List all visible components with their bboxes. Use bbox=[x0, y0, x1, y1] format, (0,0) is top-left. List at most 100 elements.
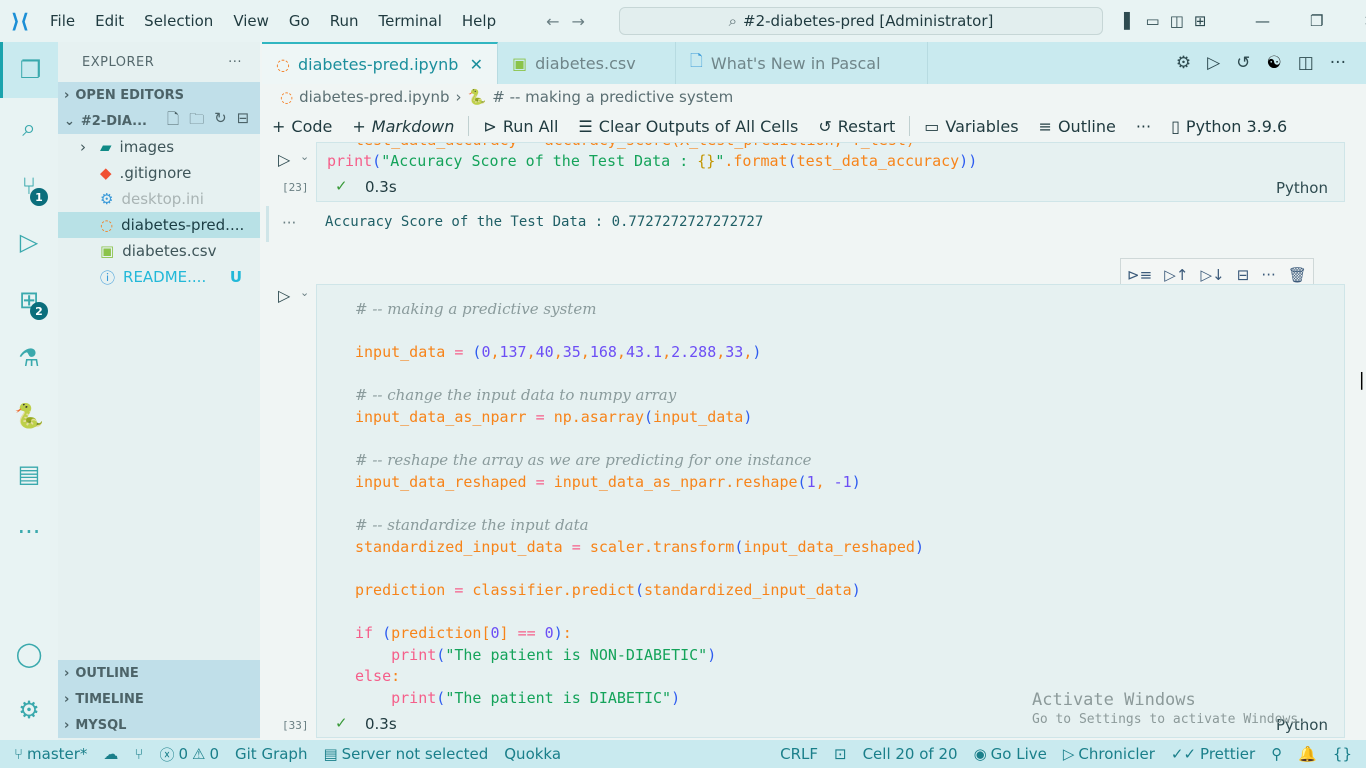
code-token: : bbox=[391, 667, 401, 686]
run-cell-icon[interactable]: ▷ bbox=[278, 286, 290, 305]
open-editors-section[interactable]: › OPEN EDITORS bbox=[58, 82, 260, 108]
restore-icon[interactable]: ❐ bbox=[1310, 12, 1323, 30]
timeline-section[interactable]: › TIMELINE bbox=[58, 686, 260, 712]
testing-flask-icon[interactable]: ⚗ bbox=[0, 330, 58, 386]
cell-language[interactable]: Python bbox=[1276, 179, 1328, 197]
code-token: )) bbox=[959, 152, 978, 170]
menu-edit[interactable]: Edit bbox=[85, 12, 134, 30]
search-icon[interactable]: ⌕ bbox=[0, 100, 58, 156]
code-editor[interactable]: # -- making a predictive system input_da… bbox=[355, 299, 924, 709]
menu-view[interactable]: View bbox=[223, 12, 279, 30]
go-live-button[interactable]: ◉ Go Live bbox=[966, 745, 1055, 763]
customize-layout-icon[interactable]: ⊞ bbox=[1194, 12, 1207, 30]
more-toolbar-button[interactable]: ··· bbox=[1126, 117, 1161, 136]
split-cell-icon[interactable]: ⊟ bbox=[1237, 266, 1250, 284]
breadcrumb-file[interactable]: diabetes-pred.ipynb bbox=[299, 88, 449, 106]
back-arrow-icon[interactable]: ← bbox=[540, 12, 565, 31]
source-control-icon[interactable]: ⑂ 1 bbox=[0, 158, 58, 214]
new-file-icon[interactable]: 🗋 bbox=[167, 109, 179, 134]
run-by-line-icon[interactable]: ⊳≡ bbox=[1127, 266, 1152, 284]
menu-selection[interactable]: Selection bbox=[134, 12, 223, 30]
file-diabetes-csv[interactable]: ▣ diabetes.csv bbox=[58, 238, 260, 264]
outline-button[interactable]: ≡ Outline bbox=[1029, 117, 1126, 136]
variables-button[interactable]: ▭ Variables bbox=[914, 117, 1028, 136]
cell-position[interactable]: Cell 20 of 20 bbox=[855, 745, 966, 763]
folder-section[interactable]: ⌄ #2-DIA... 🗋 🗀 ↻ ⊟ bbox=[58, 108, 260, 134]
braces-icon[interactable]: {} bbox=[1325, 745, 1360, 763]
add-markdown-button[interactable]: + Markdown bbox=[342, 117, 464, 136]
more-icon[interactable]: ··· bbox=[0, 504, 58, 560]
file-diabetes-pred[interactable]: ◌ diabetes-pred.... bbox=[58, 212, 260, 238]
settings-gear-icon[interactable]: ⚙ bbox=[0, 682, 58, 738]
tab-diabetes-csv[interactable]: ▣ diabetes.csv bbox=[498, 42, 676, 84]
chronicler-button[interactable]: ▷ Chronicler bbox=[1055, 745, 1163, 763]
account-icon[interactable]: ◯ bbox=[0, 626, 58, 682]
server-status[interactable]: ▤ Server not selected bbox=[315, 745, 496, 763]
minimize-icon[interactable]: — bbox=[1255, 12, 1270, 30]
yin-yang-icon[interactable]: ☯ bbox=[1266, 53, 1281, 73]
menu-help[interactable]: Help bbox=[452, 12, 506, 30]
more-actions-icon[interactable]: ··· bbox=[1330, 53, 1346, 73]
forward-arrow-icon[interactable]: → bbox=[566, 12, 591, 31]
git-compare-icon[interactable]: ⑂ bbox=[126, 745, 151, 763]
menu-go[interactable]: Go bbox=[279, 12, 320, 30]
tab-whats-new-pascal[interactable]: 🗋 What's New in Pascal bbox=[676, 42, 928, 84]
file-readme[interactable]: ⓘ README.... U bbox=[58, 264, 260, 290]
toggle-secondary-sidebar-icon[interactable]: ◫ bbox=[1170, 12, 1184, 30]
restart-button[interactable]: ↺ Restart bbox=[808, 117, 905, 136]
run-all-button[interactable]: ⊳ Run All bbox=[473, 117, 568, 136]
command-center[interactable]: ⌕ #2-diabetes-pred [Administrator] bbox=[619, 7, 1103, 35]
split-editor-icon[interactable]: ◫ bbox=[1298, 53, 1314, 73]
run-icon[interactable]: ▷ bbox=[1207, 53, 1220, 73]
extensions-icon[interactable]: ⊞ 2 bbox=[0, 272, 58, 328]
execute-below-icon[interactable]: ▷↓ bbox=[1201, 266, 1225, 284]
quokka-button[interactable]: Quokka bbox=[496, 745, 569, 763]
chevron-down-icon[interactable]: ⌄ bbox=[300, 150, 309, 163]
run-debug-icon[interactable]: ▷ bbox=[0, 214, 58, 270]
new-folder-icon[interactable]: 🗀 bbox=[189, 109, 204, 134]
accounts-icon[interactable]: ⚲ bbox=[1263, 745, 1290, 763]
git-graph-button[interactable]: Git Graph bbox=[227, 745, 315, 763]
code-cell-23[interactable]: test_data_accuracy = accuracy_score(X_te… bbox=[316, 142, 1345, 202]
explorer-more-button[interactable]: ··· bbox=[228, 55, 242, 70]
output-more-icon[interactable]: ··· bbox=[282, 214, 296, 232]
sync-icon[interactable]: ☁ bbox=[95, 745, 126, 763]
toggle-sidebar-icon[interactable]: ▌ bbox=[1124, 12, 1136, 30]
refresh-icon[interactable]: ↻ bbox=[214, 109, 227, 134]
run-cell-icon[interactable]: ▷ bbox=[278, 150, 290, 169]
breadcrumb-symbol[interactable]: # -- making a predictive system bbox=[492, 88, 733, 106]
collapse-all-icon[interactable]: ⊟ bbox=[237, 109, 250, 134]
close-tab-icon[interactable]: ✕ bbox=[470, 55, 483, 74]
kernel-picker[interactable]: ▯ Python 3.9.6 bbox=[1161, 117, 1297, 136]
code-token: print bbox=[391, 688, 437, 707]
code-cell-33[interactable]: # -- making a predictive system input_da… bbox=[316, 284, 1345, 738]
clear-outputs-button[interactable]: ☰ Clear Outputs of All Cells bbox=[568, 117, 808, 136]
code-token: np.asarray bbox=[553, 407, 644, 426]
notebook-icon[interactable]: ▤ bbox=[0, 446, 58, 502]
settings-gear-icon[interactable]: ⚙ bbox=[1176, 53, 1191, 73]
file-images[interactable]: › ▰ images bbox=[58, 134, 260, 160]
tab-diabetes-pred[interactable]: ◌ diabetes-pred.ipynb ✕ bbox=[262, 42, 498, 84]
toggle-panel-icon[interactable]: ▭ bbox=[1146, 12, 1160, 30]
prettier-button[interactable]: ✓✓ Prettier bbox=[1163, 745, 1263, 763]
explorer-icon[interactable]: ❐ bbox=[0, 42, 58, 98]
file-desktop-ini[interactable]: ⚙ desktop.ini bbox=[58, 186, 260, 212]
menu-terminal[interactable]: Terminal bbox=[369, 12, 452, 30]
history-icon[interactable]: ↺ bbox=[1236, 53, 1250, 73]
notifications-bell-icon[interactable]: 🔔 bbox=[1290, 745, 1325, 763]
python-icon[interactable]: 🐍 bbox=[0, 388, 58, 444]
menu-run[interactable]: Run bbox=[320, 12, 369, 30]
menu-file[interactable]: File bbox=[40, 12, 85, 30]
delete-trash-icon[interactable]: 🗑 bbox=[1288, 266, 1307, 284]
chevron-down-icon[interactable]: ⌄ bbox=[300, 286, 309, 299]
eol-button[interactable]: CRLF bbox=[772, 745, 826, 763]
mysql-section[interactable]: › MYSQL bbox=[58, 712, 260, 738]
add-code-button[interactable]: + Code bbox=[262, 117, 342, 136]
outline-section[interactable]: › OUTLINE bbox=[58, 660, 260, 686]
execute-above-icon[interactable]: ▷↑ bbox=[1164, 266, 1188, 284]
more-icon[interactable]: ··· bbox=[1261, 266, 1275, 284]
file-gitignore[interactable]: ◆ .gitignore bbox=[58, 160, 260, 186]
branch-status[interactable]: ⑂ master* bbox=[6, 745, 95, 763]
problems-status[interactable]: ⓧ 0 ⚠ 0 bbox=[151, 744, 227, 765]
notebook-kernel-icon[interactable]: ⊡ bbox=[826, 745, 855, 763]
